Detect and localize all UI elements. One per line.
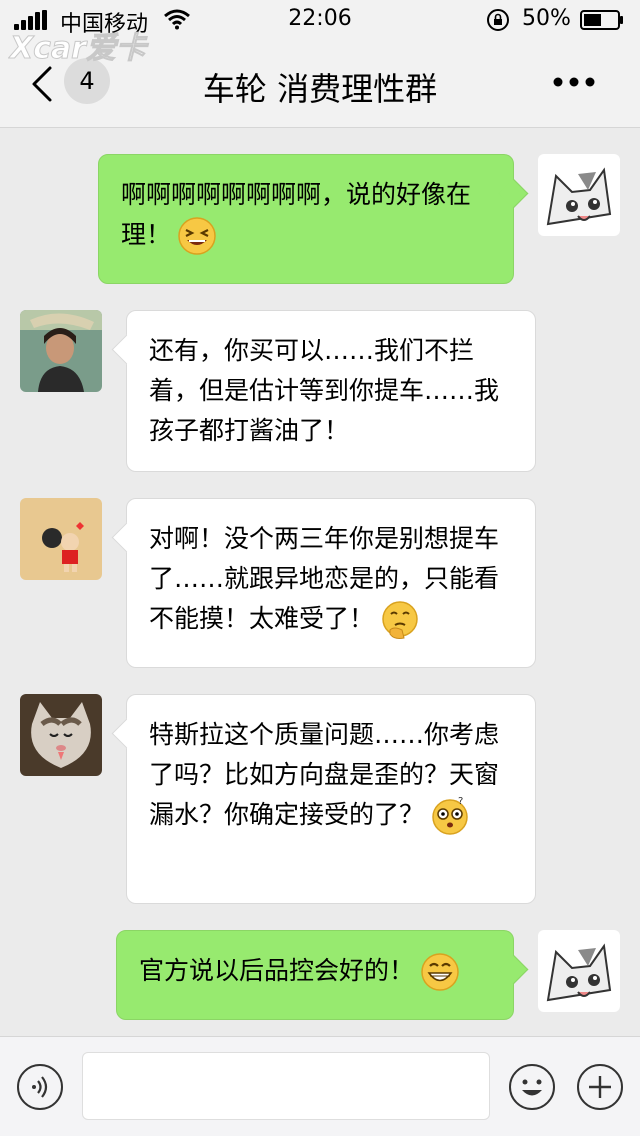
message-text: 官方说以后品控会好的！ xyxy=(139,956,415,985)
plus-icon[interactable] xyxy=(576,1063,624,1111)
message-bubble[interactable]: 官方说以后品控会好的！ xyxy=(116,930,514,1020)
avatar-self[interactable] xyxy=(538,154,620,236)
avatar-member[interactable] xyxy=(20,694,102,776)
thinking-emoji xyxy=(382,601,418,639)
message-text: 还有，你买可以……我们不拦着，但是估计等到你提车……我孩子都打酱油了！ xyxy=(149,336,500,445)
message-bubble[interactable]: 特斯拉这个质量问题……你考虑了吗？比如方向盘是歪的？天窗漏水？你确定接受的了？? xyxy=(126,694,536,904)
emoji-icon[interactable] xyxy=(508,1063,556,1111)
message-text: 啊啊啊啊啊啊啊啊，说的好像在理！ xyxy=(121,180,472,249)
cat-cartoon-avatar xyxy=(538,154,620,236)
cartoon-boy-avatar xyxy=(20,498,102,580)
cat-cartoon-avatar xyxy=(538,930,620,1012)
message-bubble[interactable]: 对啊！没个两三年你是别想提车了……就跟异地恋是的，只能看不能摸！太难受了！ xyxy=(126,498,536,668)
laughing-squint-emoji xyxy=(178,217,216,255)
grinning-emoji xyxy=(421,953,459,991)
message-bubble[interactable]: 啊啊啊啊啊啊啊啊，说的好像在理！ xyxy=(98,154,514,284)
chat-title: 车轮 消费理性群 xyxy=(202,70,438,108)
avatar-member[interactable] xyxy=(20,310,102,392)
avatar-member[interactable] xyxy=(20,498,102,580)
message-input[interactable] xyxy=(82,1052,490,1120)
battery-percent: 50% xyxy=(522,6,571,31)
message-text: 对啊！没个两三年你是别想提车了……就跟异地恋是的，只能看不能摸！太难受了！ xyxy=(149,524,500,633)
dizzy-confused-emoji: ? xyxy=(432,796,468,835)
person-photo-avatar xyxy=(20,310,102,392)
svg-text:Xcar爱卡: Xcar爱卡 xyxy=(8,31,149,66)
battery-icon xyxy=(580,10,623,30)
message-bubble[interactable]: 还有，你买可以……我们不拦着，但是估计等到你提车……我孩子都打酱油了！ xyxy=(126,310,536,472)
xcar-watermark-logo: Xcar爱卡 xyxy=(8,31,149,67)
rotation-lock-icon xyxy=(487,9,509,31)
voice-icon[interactable] xyxy=(16,1063,64,1111)
cat-photo-avatar xyxy=(20,694,102,776)
chat-input-bar xyxy=(0,1036,640,1136)
more-dots-icon[interactable] xyxy=(552,74,596,90)
svg-text:?: ? xyxy=(458,796,463,807)
avatar-self[interactable] xyxy=(538,930,620,1012)
